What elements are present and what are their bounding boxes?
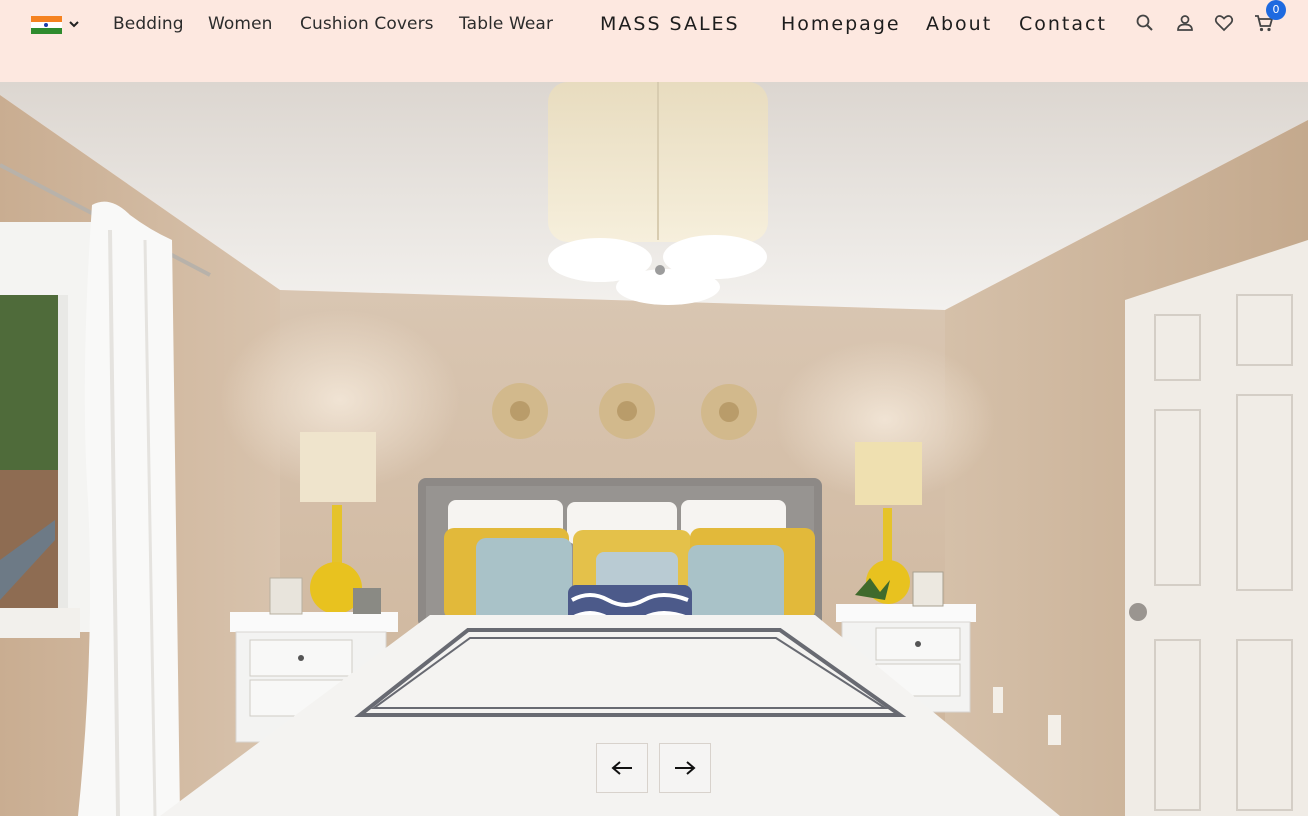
brand-logo-text[interactable]: MASS SALES <box>600 13 740 35</box>
india-flag-icon[interactable] <box>31 16 62 34</box>
chevron-down-icon[interactable] <box>67 15 81 33</box>
nav-cushion-covers[interactable]: Cushion Covers <box>300 14 434 34</box>
bedroom-photo <box>0 82 1308 816</box>
cart-count-badge: 0 <box>1266 0 1286 20</box>
heart-icon[interactable] <box>1213 12 1235 34</box>
nav-women[interactable]: Women <box>208 14 273 34</box>
site-header: Bedding Women Cushion Covers Table Wear … <box>0 0 1308 82</box>
arrow-left-icon <box>611 761 632 775</box>
nav-homepage[interactable]: Homepage <box>781 13 901 35</box>
search-icon[interactable] <box>1134 12 1156 34</box>
arrow-right-icon <box>675 761 696 775</box>
nav-bedding[interactable]: Bedding <box>113 14 184 34</box>
slider-next-button[interactable] <box>659 743 711 793</box>
nav-about[interactable]: About <box>926 13 992 35</box>
nav-table-wear[interactable]: Table Wear <box>459 14 553 34</box>
hero-slider <box>0 82 1308 816</box>
user-icon[interactable] <box>1174 12 1196 34</box>
slider-prev-button[interactable] <box>596 743 648 793</box>
nav-contact[interactable]: Contact <box>1019 13 1107 35</box>
